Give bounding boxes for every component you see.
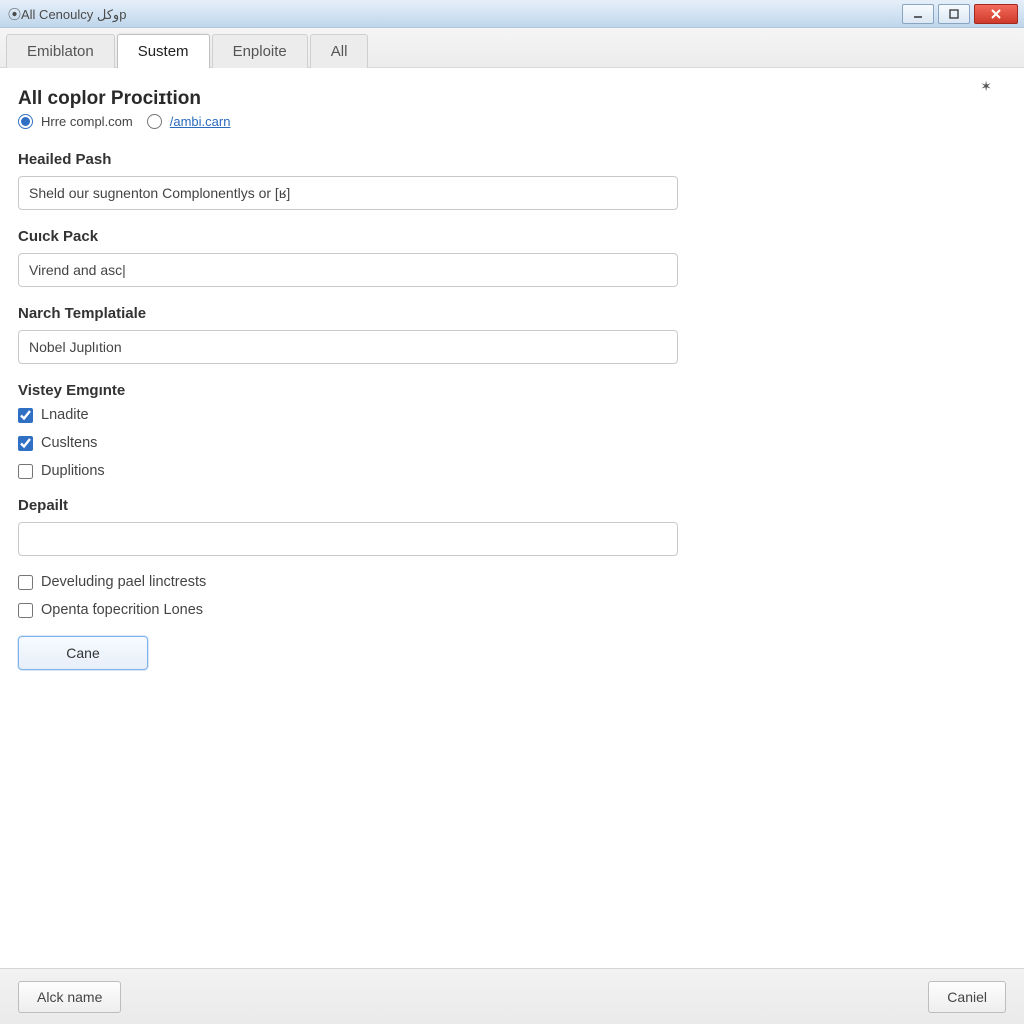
check-cusltens[interactable]	[18, 436, 33, 451]
check-cusltens-label: Cusltens	[41, 435, 97, 451]
main-panel: ✶ All coplor Prociɪtion Hrre compl.com /…	[0, 68, 1024, 968]
field-depailt: Depailt	[18, 497, 678, 556]
maximize-button[interactable]	[938, 4, 970, 24]
field-narch-templatiale: Narch Templatiale	[18, 305, 678, 364]
label-vistey-emgnte: Vistey Emgınte	[18, 382, 678, 399]
tab-all[interactable]: All	[310, 34, 369, 68]
tab-sustem[interactable]: Sustem	[117, 34, 210, 68]
check-lnadite-label: Lnadite	[41, 407, 89, 423]
check-develuding-row[interactable]: Develuding pael linctrests	[18, 574, 1006, 590]
field-cuick-pack: Cuıck Pack	[18, 228, 678, 287]
input-heailed-pash[interactable]	[18, 176, 678, 210]
tab-bar: Emiblaton Sustem Enploite All	[0, 28, 1024, 68]
check-openta-label: Openta ƭopecrition Lones	[41, 602, 203, 618]
input-narch-templatiale[interactable]	[18, 330, 678, 364]
source-radio-row: Hrre compl.com /ambi.carn	[18, 114, 1006, 129]
label-depailt: Depailt	[18, 497, 678, 514]
window-title: ⦿All Cenoulcy وكلp	[8, 4, 902, 23]
page-title: All coplor Prociɪtion	[18, 88, 1006, 110]
footer-left-button[interactable]: Alck name	[18, 981, 121, 1013]
vistey-check-list: Lnadite Cusltens Duplitions	[18, 407, 678, 479]
check-openta[interactable]	[18, 603, 33, 618]
check-duplitions-label: Duplitions	[41, 463, 105, 479]
minimize-button[interactable]	[902, 4, 934, 24]
titlebar: ⦿All Cenoulcy وكلp	[0, 0, 1024, 28]
field-vistey-emgnte: Vistey Emgınte Lnadite Cusltens Duplitio…	[18, 382, 678, 479]
check-duplitions-row[interactable]: Duplitions	[18, 463, 678, 479]
panel-close-icon[interactable]: ✶	[980, 78, 992, 95]
footer-right-button[interactable]: Caniel	[928, 981, 1006, 1013]
input-cuick-pack[interactable]	[18, 253, 678, 287]
input-depailt[interactable]	[18, 522, 678, 556]
radio-hrre-compl[interactable]	[18, 114, 33, 129]
label-narch-templatiale: Narch Templatiale	[18, 305, 678, 322]
check-duplitions[interactable]	[18, 464, 33, 479]
check-lnadite-row[interactable]: Lnadite	[18, 407, 678, 423]
extra-check-list: Develuding pael linctrests Openta ƭopecr…	[18, 574, 1006, 618]
tab-emiblaton[interactable]: Emiblaton	[6, 34, 115, 68]
tab-enploite[interactable]: Enploite	[212, 34, 308, 68]
footer-bar: Alck name Caniel	[0, 968, 1024, 1024]
radio-ambi-carn-label[interactable]: /ambi.carn	[170, 114, 231, 129]
check-lnadite[interactable]	[18, 408, 33, 423]
check-cusltens-row[interactable]: Cusltens	[18, 435, 678, 451]
radio-hrre-compl-label: Hrre compl.com	[41, 114, 133, 129]
check-openta-row[interactable]: Openta ƭopecrition Lones	[18, 602, 1006, 618]
radio-ambi-carn[interactable]	[147, 114, 162, 129]
check-develuding[interactable]	[18, 575, 33, 590]
close-button[interactable]	[974, 4, 1018, 24]
window-buttons	[902, 4, 1018, 24]
field-heailed-pash: Heailed Pash	[18, 151, 678, 210]
primary-action-button[interactable]: Cane	[18, 636, 148, 670]
check-develuding-label: Develuding pael linctrests	[41, 574, 206, 590]
label-heailed-pash: Heailed Pash	[18, 151, 678, 168]
label-cuick-pack: Cuıck Pack	[18, 228, 678, 245]
